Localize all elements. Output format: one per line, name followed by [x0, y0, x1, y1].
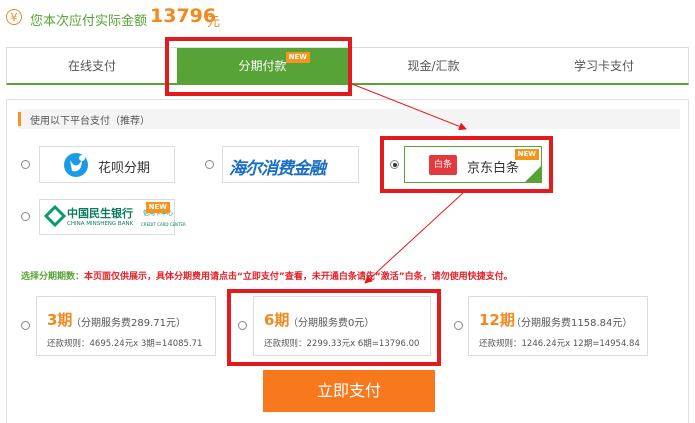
pay-now-button[interactable]: 立即支付 [263, 370, 435, 412]
highlight-box-jd [380, 136, 553, 193]
radio-huabei[interactable] [21, 160, 30, 169]
section-marker [18, 112, 21, 126]
plan-rule: 还款规则：1246.24元x 12期=14954.84 [479, 339, 640, 349]
plan-term: 12期 [479, 311, 515, 329]
tab-cash-remittance[interactable]: 现金/汇款 [348, 48, 519, 84]
cmbc-new-badge: NEW [145, 202, 170, 213]
plan-card-3[interactable]: 3期 （分期服务费289.71元） 还款规则：4695.24元x 3期=1408… [36, 296, 216, 356]
installment-notice: 选择分期期数：本页面仅供展示，具体分期费用请点击“立即支付”查看，未开通白条请先… [21, 269, 513, 282]
plan-card-12[interactable]: 12期 （分期服务费1158.84元） 还款规则：1246.24元x 12期=1… [468, 296, 648, 356]
amount-label: 您本次应付实际金额 [30, 14, 148, 29]
section-header: 使用以下平台支付（推荐） [18, 109, 680, 129]
plan-term: 3期 [47, 311, 73, 329]
cmbc-cn-label: 中国民生银行 [67, 207, 133, 220]
notice-lead: 选择分期期数： [21, 272, 85, 282]
platform-cmbc[interactable]: 中国民生银行 信用卡中心 CHINA MINSHENG BANK CREDIT … [39, 199, 186, 235]
platform-haier[interactable]: 海尔消费金融 [222, 146, 359, 183]
huabei-label: 花呗分期 [98, 161, 151, 176]
notice-text: 本页面仅供展示，具体分期费用请点击“立即支付”查看，未开通白条请先“激活”白条，… [84, 272, 513, 282]
plan-fee: （分期服务费1158.84元） [511, 318, 633, 329]
cmbc-en-label: CHINA MINSHENG BANK [67, 221, 134, 227]
amount-unit: 元 [207, 15, 221, 30]
yen-icon: ¥ [6, 9, 22, 25]
plan-rule: 还款规则：4695.24元x 3期=14085.71 [47, 339, 203, 349]
tab-online-pay[interactable]: 在线支付 [7, 48, 177, 84]
radio-cmbc[interactable] [21, 212, 30, 221]
radio-plan-3[interactable] [21, 321, 30, 330]
haier-label: 海尔消费金融 [229, 159, 326, 179]
section-title: 使用以下平台支付（推荐） [30, 116, 150, 127]
highlight-box-plan-6 [227, 289, 441, 366]
highlight-box-tab [165, 37, 352, 96]
platform-huabei[interactable]: 花呗分期 [39, 146, 175, 183]
cmbc-logo-icon [44, 205, 66, 227]
cmbc-en-sub-label: CREDIT CARD CENTER [141, 222, 186, 227]
radio-plan-12[interactable] [454, 321, 463, 330]
plan-fee: （分期服务费289.71元） [71, 318, 186, 329]
huabei-logo-icon [64, 153, 88, 177]
radio-haier[interactable] [205, 160, 214, 169]
tab-study-card[interactable]: 学习卡支付 [519, 48, 689, 84]
